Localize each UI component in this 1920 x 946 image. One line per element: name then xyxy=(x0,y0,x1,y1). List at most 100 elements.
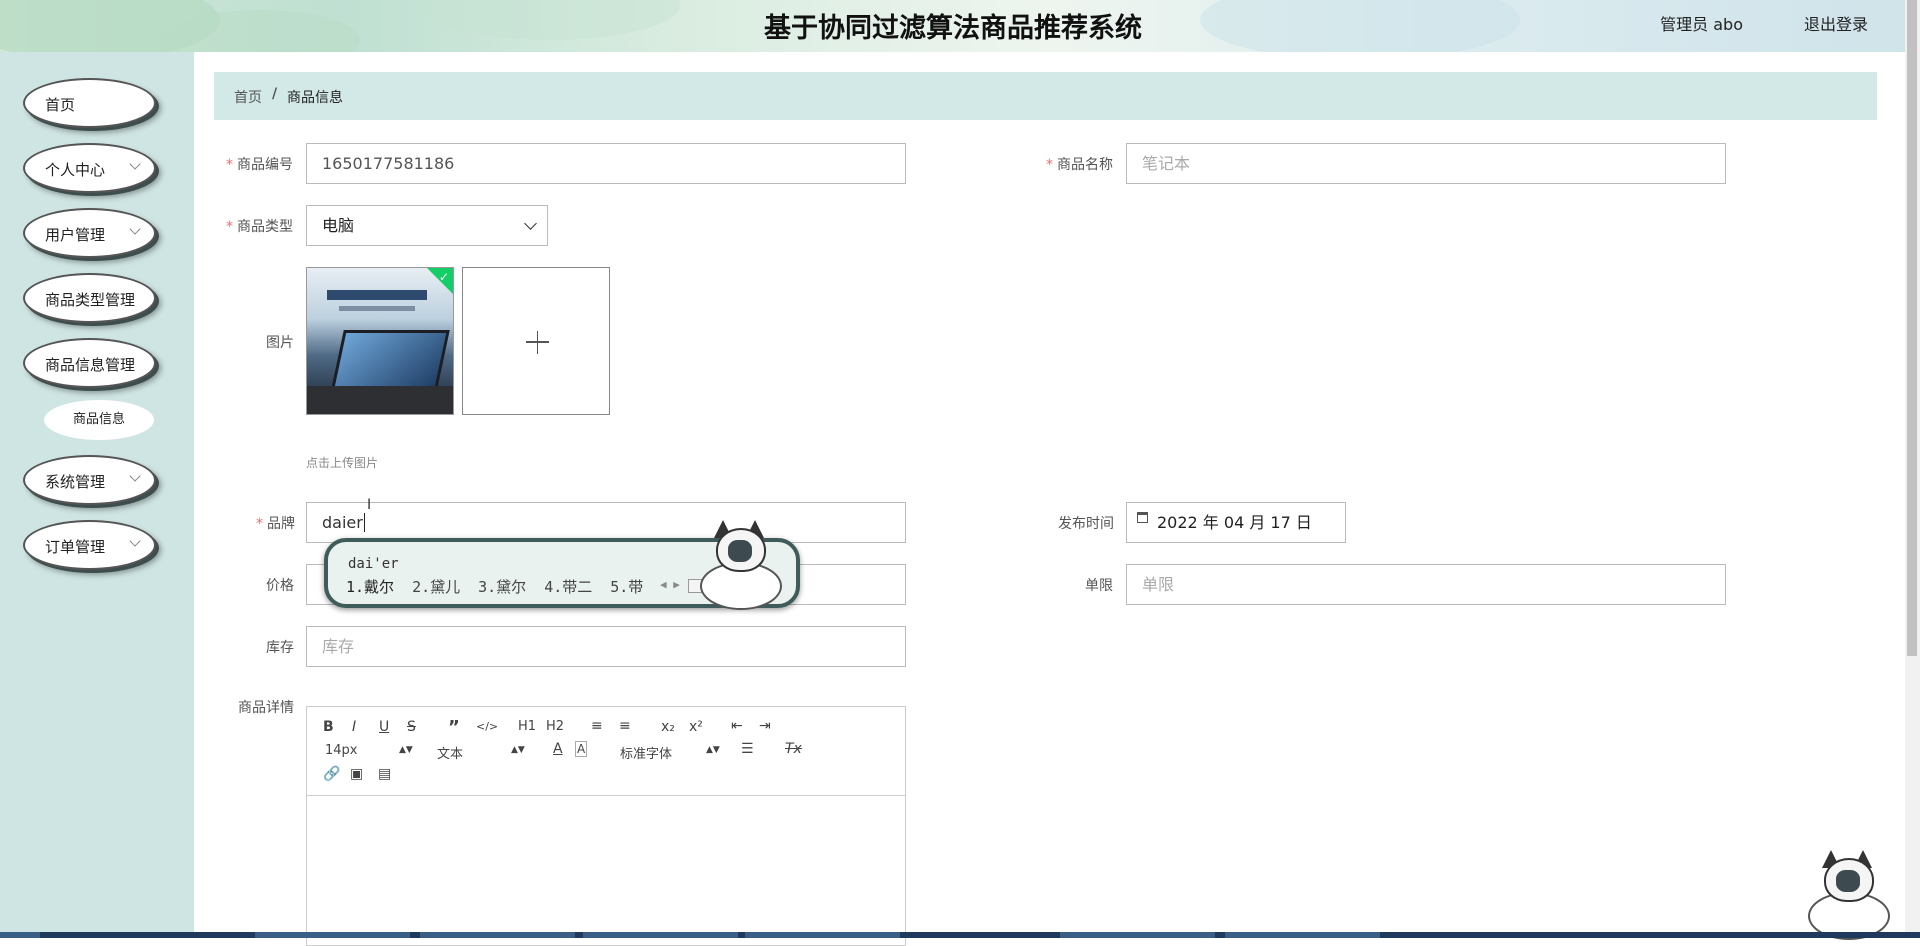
thumbnail-detail xyxy=(327,290,427,300)
logout-link[interactable]: 退出登录 xyxy=(1804,11,1868,35)
publish-time-label: 发布时间 xyxy=(1058,516,1114,532)
sidebar-item-label: 商品类型管理 xyxy=(45,291,136,309)
align-icon[interactable]: ☰ xyxy=(741,741,754,757)
background-color-icon[interactable]: A xyxy=(575,741,588,757)
ime-candidate[interactable]: 4.带二 xyxy=(544,578,592,596)
indent-icon[interactable]: ⇥ xyxy=(759,718,771,734)
ime-mascot-icon xyxy=(700,520,782,610)
sidebar-item-1[interactable]: 个人中心 xyxy=(23,143,156,193)
breadcrumb-home[interactable]: 首页 xyxy=(234,87,262,107)
video-icon[interactable]: ▤ xyxy=(378,766,391,782)
subscript-button[interactable]: x₂ xyxy=(661,719,675,735)
editor-toolbar: B I U S ” </> H1 H2 ≡ ≡ x₂ x² ⇤ ⇥ 14px ▲▼… xyxy=(307,707,905,796)
breadcrumb-current: 商品信息 xyxy=(287,90,343,106)
publish-time-input[interactable]: 2022 年 04 月 17 日 xyxy=(1126,502,1346,543)
taskbar-item[interactable] xyxy=(583,932,738,938)
stock-label: 库存 xyxy=(266,640,294,656)
format-value: 文本 xyxy=(437,747,464,762)
sidebar-item-3[interactable]: 商品类型管理 xyxy=(23,273,156,323)
h1-button[interactable]: H1 xyxy=(518,719,536,734)
font-size-select[interactable]: 14px ▲▼ xyxy=(325,743,413,758)
taskbar-item[interactable] xyxy=(745,932,900,938)
limit-input[interactable]: 单限 xyxy=(1126,564,1726,605)
product-type-label: * 商品类型 xyxy=(226,216,293,236)
laptop-keyboard xyxy=(307,386,453,414)
product-type-label-text: 商品类型 xyxy=(237,219,293,235)
image-upload-button[interactable] xyxy=(462,267,610,415)
sidebar-item-4[interactable]: 商品信息管理 xyxy=(23,338,156,388)
site-title: 基于协同过滤算法商品推荐系统 xyxy=(764,13,1142,44)
chevron-updown-icon: ▲▼ xyxy=(399,745,413,755)
font-color-icon[interactable]: A xyxy=(553,741,563,757)
top-header: 基于协同过滤算法商品推荐系统 管理员 abo 退出登录 xyxy=(0,0,1920,52)
sidebar-item-label: 用户管理 xyxy=(45,226,106,244)
taskbar-item[interactable] xyxy=(1060,932,1215,938)
ime-page-arrows-icon[interactable]: ◀ ▶ xyxy=(660,578,680,591)
sidebar-item-6[interactable]: 订单管理 xyxy=(23,520,156,570)
font-family-select[interactable]: 标准字体 ▲▼ xyxy=(620,743,720,762)
h2-button[interactable]: H2 xyxy=(546,719,564,734)
underline-button[interactable]: U xyxy=(379,719,389,735)
ime-candidate[interactable]: 2.黛儿 xyxy=(412,578,460,596)
header-format-select[interactable]: 文本 ▲▼ xyxy=(437,743,525,762)
italic-button[interactable]: I xyxy=(352,719,356,735)
rich-text-editor[interactable]: B I U S ” </> H1 H2 ≡ ≡ x₂ x² ⇤ ⇥ 14px ▲▼… xyxy=(306,706,906,946)
chevron-down-icon xyxy=(129,223,141,235)
taskbar-item[interactable] xyxy=(420,932,575,938)
thumbnail-detail xyxy=(339,306,415,311)
chevron-updown-icon: ▲▼ xyxy=(706,745,720,755)
mascot-part xyxy=(728,540,752,562)
image-icon[interactable]: ▣ xyxy=(350,766,363,782)
link-icon[interactable]: 🔗 xyxy=(323,766,340,782)
bold-button[interactable]: B xyxy=(323,719,334,735)
product-name-label: * 商品名称 xyxy=(1046,154,1113,174)
stock-placeholder: 库存 xyxy=(322,637,355,656)
sidebar-item-label: 首页 xyxy=(45,96,76,114)
clear-format-icon[interactable]: Tx xyxy=(785,741,802,757)
strike-button[interactable]: S xyxy=(407,719,416,735)
code-button[interactable]: </> xyxy=(476,720,498,733)
laptop-screen xyxy=(330,330,450,394)
stock-input[interactable]: 库存 xyxy=(306,626,906,667)
mascot-part xyxy=(1836,870,1860,892)
quote-button[interactable]: ” xyxy=(448,717,460,738)
bullet-list-icon[interactable]: ≡ xyxy=(619,718,631,734)
chevron-down-icon xyxy=(129,535,141,547)
product-name-placeholder: 笔记本 xyxy=(1142,154,1191,173)
ime-candidate[interactable]: 5.带 xyxy=(610,578,643,596)
product-name-input[interactable]: 笔记本 xyxy=(1126,143,1726,184)
brand-input[interactable]: daier xyxy=(306,502,906,543)
outdent-icon[interactable]: ⇤ xyxy=(731,718,743,734)
details-label: 商品详情 xyxy=(238,700,294,716)
ime-candidate[interactable]: 3.黛尔 xyxy=(478,578,526,596)
chevron-down-icon xyxy=(524,217,537,230)
product-no-label-text: 商品编号 xyxy=(237,157,293,173)
font-size-value: 14px xyxy=(325,743,358,758)
taskbar-item[interactable] xyxy=(1225,932,1380,938)
text-cursor xyxy=(363,513,365,532)
taskbar-item[interactable] xyxy=(255,932,410,938)
start-button[interactable] xyxy=(0,932,40,938)
sidebar-subitem-product-info[interactable]: 商品信息 xyxy=(44,400,154,440)
sidebar-item-2[interactable]: 用户管理 xyxy=(23,208,156,258)
ordered-list-icon[interactable]: ≡ xyxy=(591,718,603,734)
superscript-button[interactable]: x² xyxy=(689,719,703,735)
sidebar-item-label: 订单管理 xyxy=(45,538,106,556)
check-icon: ✓ xyxy=(438,270,449,284)
sidebar-item-5[interactable]: 系统管理 xyxy=(23,455,156,505)
product-image-thumbnail[interactable]: ✓ xyxy=(306,267,454,415)
product-no-label: * 商品编号 xyxy=(226,154,293,174)
font-family-value: 标准字体 xyxy=(620,747,673,762)
chevron-down-icon xyxy=(129,470,141,482)
chevron-down-icon xyxy=(129,158,141,170)
product-no-input[interactable]: 1650177581186 xyxy=(306,143,906,184)
required-mark: * xyxy=(226,219,233,235)
sidebar-item-0[interactable]: 首页 xyxy=(23,78,156,128)
product-type-select[interactable]: 电脑 xyxy=(306,205,548,246)
scrollbar-thumb[interactable] xyxy=(1907,0,1917,656)
ime-candidate[interactable]: 1.戴尔 xyxy=(346,578,394,596)
brand-label-text: 品牌 xyxy=(267,516,295,532)
breadcrumb-separator: / xyxy=(272,86,278,102)
desktop-mascot-icon xyxy=(1808,850,1890,940)
breadcrumb: 首页 / 商品信息 xyxy=(214,72,1877,120)
